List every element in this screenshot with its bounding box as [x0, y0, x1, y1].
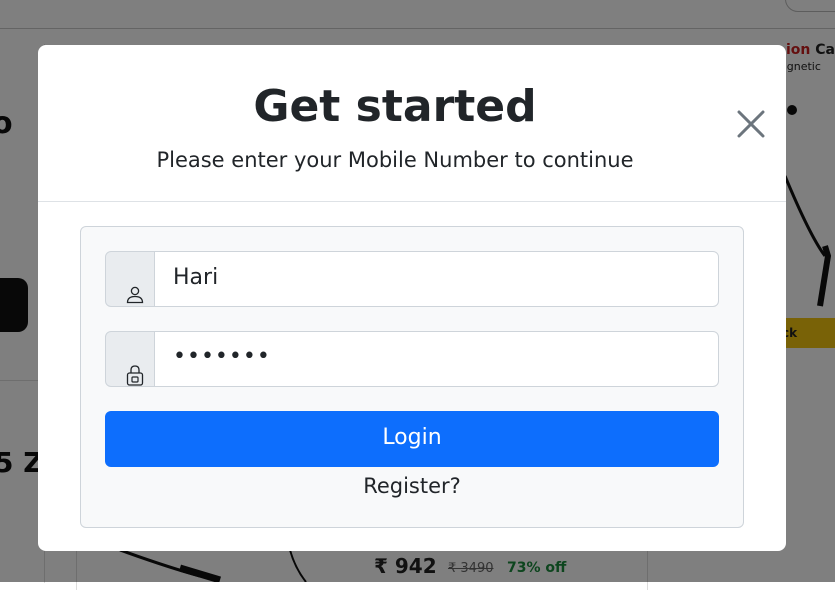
- login-modal: Get started Please enter your Mobile Num…: [38, 45, 786, 551]
- modal-header: Get started Please enter your Mobile Num…: [38, 45, 786, 202]
- modal-subtitle: Please enter your Mobile Number to conti…: [156, 148, 634, 172]
- login-form: Hari ••••••• Login Register?: [80, 226, 744, 528]
- password-input-group: •••••••: [105, 331, 719, 387]
- login-button[interactable]: Login: [105, 411, 719, 467]
- register-link[interactable]: Register?: [81, 474, 743, 498]
- modal-title: Get started: [253, 81, 537, 132]
- username-input[interactable]: Hari: [154, 251, 719, 307]
- lock-icon: [126, 365, 144, 386]
- username-input-group: Hari: [105, 251, 719, 307]
- close-icon[interactable]: [735, 108, 767, 140]
- user-icon: [126, 286, 144, 304]
- password-addon: [105, 331, 156, 387]
- username-addon: [105, 251, 156, 307]
- password-input[interactable]: •••••••: [154, 331, 719, 387]
